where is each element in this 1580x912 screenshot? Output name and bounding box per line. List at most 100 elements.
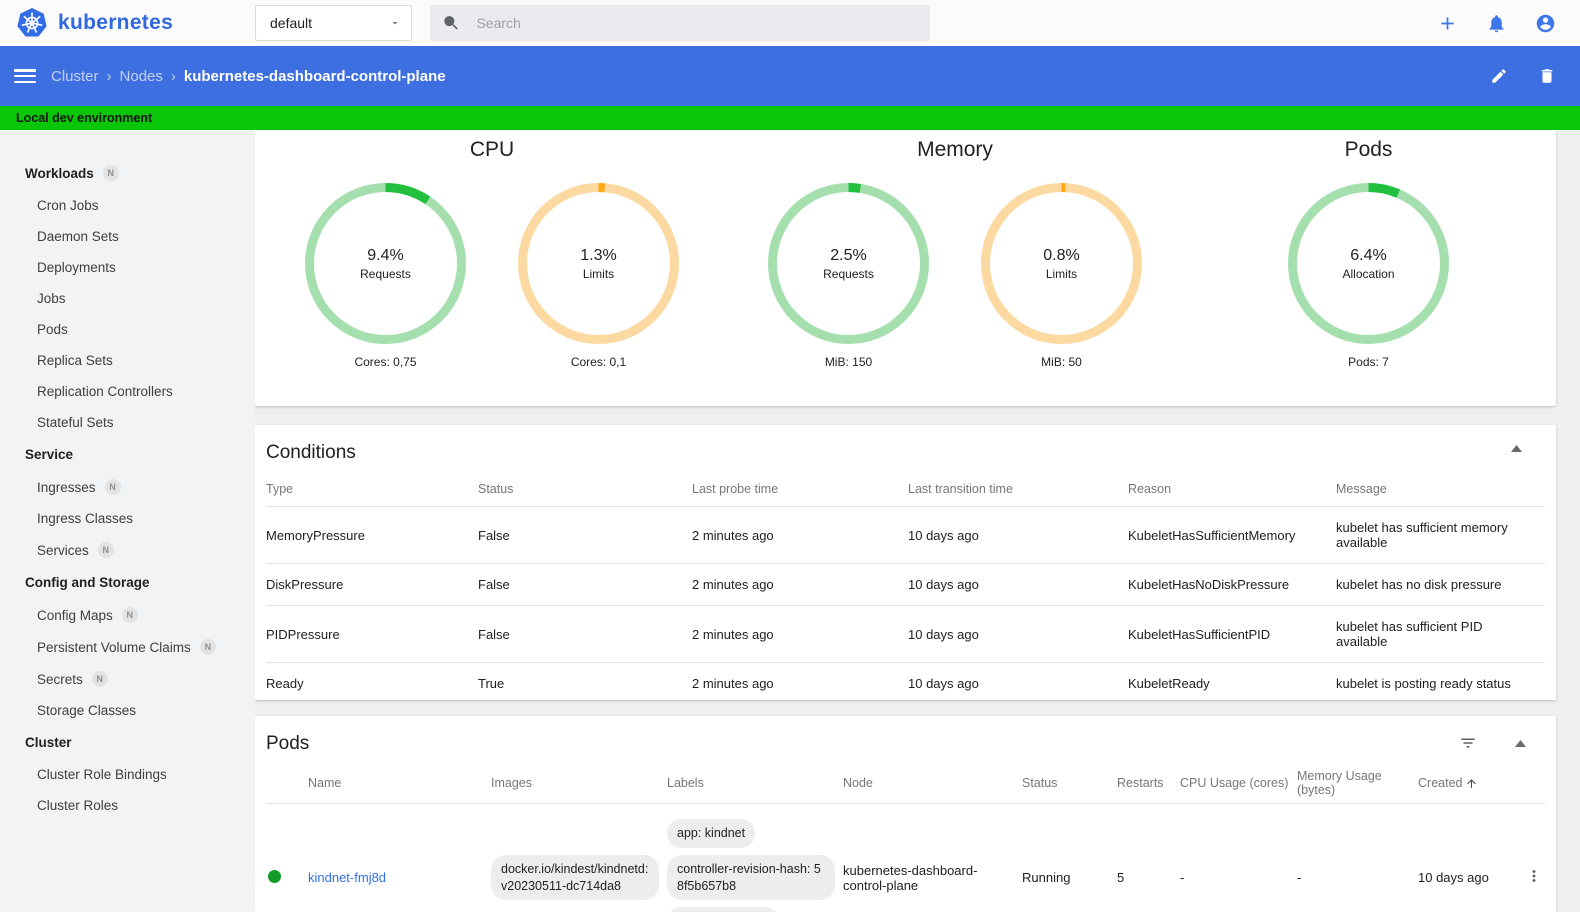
sidebar-group-service: Service xyxy=(25,447,74,462)
column-header-memory-usage: Memory Usage (bytes) xyxy=(1297,769,1382,797)
breadcrumb-nodes[interactable]: Nodes xyxy=(120,68,163,85)
column-header-actions xyxy=(1525,763,1545,804)
sidebar-item-persistent-volume-claims[interactable]: Persistent Volume Claims N xyxy=(0,631,255,663)
column-header-name[interactable]: Name xyxy=(308,763,491,804)
breadcrumb-separator: › xyxy=(170,67,176,85)
sidebar-item-stateful-sets[interactable]: Stateful Sets xyxy=(0,407,255,438)
column-header-created[interactable]: Created xyxy=(1418,763,1525,804)
sidebar-item-config-maps[interactable]: Config Maps N xyxy=(0,599,255,631)
column-header-status-dot xyxy=(266,763,308,804)
cpu-section: CPU 9.4% Requests Cores: 0,75 1.3% Limit… xyxy=(255,134,729,406)
pod-node: kubernetes-dashboard-control-plane xyxy=(843,862,978,893)
allocation-card: CPU 9.4% Requests Cores: 0,75 1.3% Limit… xyxy=(255,130,1556,406)
pod-label-chip: controller-revision-hash: 58f5b657b8 xyxy=(667,854,835,901)
kubernetes-logo[interactable]: kubernetes xyxy=(0,7,255,39)
search-input[interactable] xyxy=(474,14,918,32)
sidebar-item-cron-jobs[interactable]: Cron Jobs xyxy=(0,190,255,221)
environment-banner-text: Local dev environment xyxy=(16,111,153,125)
memory-requests-gauge: 2.5% Requests MiB: 150 xyxy=(766,181,931,369)
sidebar-item-pods[interactable]: Pods xyxy=(0,314,255,345)
sidebar-item-secrets[interactable]: Secrets N xyxy=(0,663,255,695)
pods-section: Pods 6.4% Allocation Pods: 7 xyxy=(1181,134,1556,406)
page-title: kubernetes-dashboard-control-plane xyxy=(183,67,446,85)
pods-table: Name Images Labels Node Status Restarts … xyxy=(266,763,1545,912)
brand-wordmark: kubernetes xyxy=(58,11,174,34)
pod-image-chip: docker.io/kindest/kindnetd:v20230511-dc7… xyxy=(491,854,659,901)
column-header-status: Status xyxy=(1022,776,1058,790)
column-header-images: Images xyxy=(491,776,532,790)
account-icon[interactable] xyxy=(1535,13,1556,34)
add-icon[interactable] xyxy=(1437,13,1458,34)
sidebar-item-storage-classes[interactable]: Storage Classes xyxy=(0,695,255,726)
new-badge: N xyxy=(97,542,114,558)
column-header-cpu-usage: CPU Usage (cores) xyxy=(1180,776,1289,790)
sidebar-item-daemon-sets[interactable]: Daemon Sets xyxy=(0,221,255,252)
sidebar-group-cluster: Cluster xyxy=(25,735,72,750)
pod-name-link[interactable]: kindnet-fmj8d xyxy=(308,870,386,885)
new-badge: N xyxy=(199,639,216,655)
new-badge: N xyxy=(121,607,138,623)
pod-cpu-usage: - xyxy=(1180,803,1297,912)
sidebar-item-cluster-roles[interactable]: Cluster Roles xyxy=(0,790,255,821)
column-header-last-probe-time: Last probe time xyxy=(692,482,779,496)
delete-icon[interactable] xyxy=(1538,67,1556,85)
condition-row-ready: Ready True 2 minutes ago 10 days ago Kub… xyxy=(266,662,1545,704)
search-icon xyxy=(444,16,458,30)
sidebar-item-deployments[interactable]: Deployments xyxy=(0,252,255,283)
conditions-table: Type Status Last probe time Last transit… xyxy=(266,472,1545,704)
pod-label-chip: app: kindnet xyxy=(667,818,756,848)
pods-card: Pods Name Images Labels Node Status Rest… xyxy=(255,716,1556,912)
column-header-last-transition-time: Last transition time xyxy=(908,482,1013,496)
cpu-limits-gauge: 1.3% Limits Cores: 0,1 xyxy=(516,181,681,369)
pod-created: 10 days ago xyxy=(1418,803,1525,912)
pod-status-ok-icon xyxy=(268,869,281,883)
memory-section-title: Memory xyxy=(917,138,993,161)
pod-memory-usage: - xyxy=(1297,803,1418,912)
new-badge: N xyxy=(91,671,108,687)
condition-row-pid-pressure: PIDPressure False 2 minutes ago 10 days … xyxy=(266,605,1545,663)
sidebar-item-replication-controllers[interactable]: Replication Controllers xyxy=(0,376,255,407)
pods-section-title: Pods xyxy=(1344,138,1393,161)
sort-ascending-icon xyxy=(1467,778,1477,788)
header-actions xyxy=(1437,13,1580,34)
pods-title: Pods xyxy=(266,733,310,754)
menu-icon[interactable] xyxy=(14,69,36,83)
condition-row-disk-pressure: DiskPressure False 2 minutes ago 10 days… xyxy=(266,563,1545,606)
column-header-type: Type xyxy=(266,482,294,496)
top-header: kubernetes default xyxy=(0,0,1580,46)
new-badge: N xyxy=(104,479,121,495)
sidebar-item-replica-sets[interactable]: Replica Sets xyxy=(0,345,255,376)
collapse-icon[interactable] xyxy=(1515,739,1526,747)
resource-actions xyxy=(1490,67,1556,85)
pods-header-row: Name Images Labels Node Status Restarts … xyxy=(266,763,1545,804)
kubernetes-wheel-icon xyxy=(17,8,47,37)
sidebar-group-config-storage: Config and Storage xyxy=(25,575,150,590)
sidebar-item-services[interactable]: Services N xyxy=(0,534,255,566)
cpu-section-title: CPU xyxy=(469,138,515,161)
more-vertical-icon[interactable] xyxy=(1525,867,1543,885)
sidebar-item-ingress-classes[interactable]: Ingress Classes xyxy=(0,503,255,534)
new-badge: N xyxy=(102,165,119,181)
pods-allocation-gauge: 6.4% Allocation Pods: 7 xyxy=(1286,181,1451,369)
pod-label-chip: k8s-app: kindnet xyxy=(667,907,779,912)
sidebar-item-jobs[interactable]: Jobs xyxy=(0,283,255,314)
column-header-message: Message xyxy=(1336,482,1387,496)
column-header-labels: Labels xyxy=(667,776,704,790)
cpu-requests-gauge: 9.4% Requests Cores: 0,75 xyxy=(303,181,468,369)
edit-icon[interactable] xyxy=(1490,67,1508,85)
environment-banner: Local dev environment xyxy=(0,106,1580,130)
conditions-header-row: Type Status Last probe time Last transit… xyxy=(266,472,1545,507)
pod-row-kindnet: kindnet-fmj8d docker.io/kindest/kindnetd… xyxy=(266,803,1545,912)
conditions-title: Conditions xyxy=(266,442,356,463)
sidebar-item-ingresses[interactable]: Ingresses N xyxy=(0,471,255,503)
memory-section: Memory 2.5% Requests MiB: 150 0.8% Limit… xyxy=(729,134,1181,406)
breadcrumb: Cluster › Nodes › kubernetes-dashboard-c… xyxy=(51,68,446,85)
breadcrumb-bar: Cluster › Nodes › kubernetes-dashboard-c… xyxy=(0,46,1580,106)
pod-status: Running xyxy=(1022,803,1117,912)
collapse-icon[interactable] xyxy=(1511,445,1522,452)
notifications-icon[interactable] xyxy=(1486,13,1507,34)
namespace-selector[interactable]: default xyxy=(255,5,412,41)
sidebar-item-cluster-role-bindings[interactable]: Cluster Role Bindings xyxy=(0,759,255,790)
breadcrumb-cluster[interactable]: Cluster xyxy=(51,68,99,85)
filter-icon[interactable] xyxy=(1459,734,1477,752)
